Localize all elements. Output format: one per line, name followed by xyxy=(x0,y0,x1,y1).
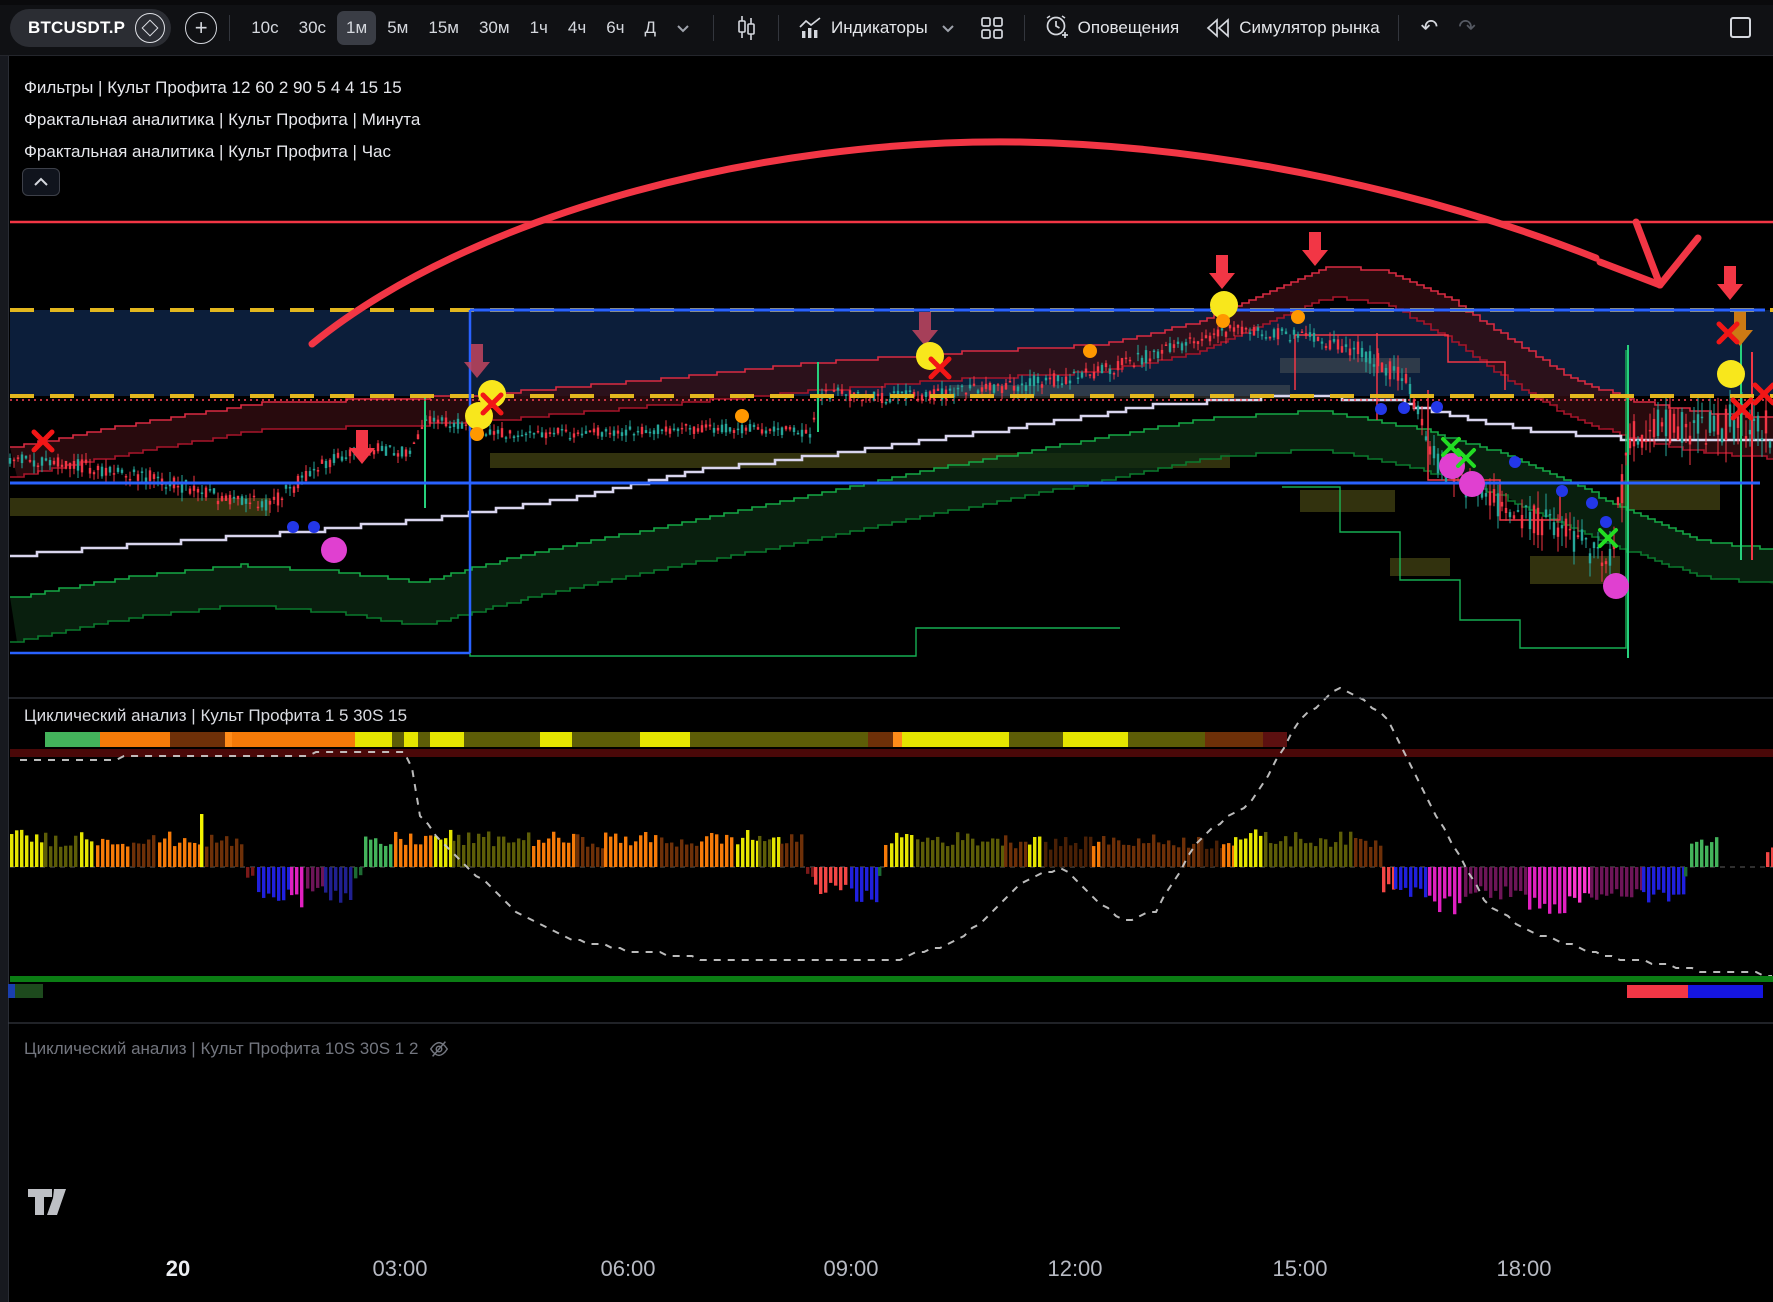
time-axis-label: 06:00 xyxy=(600,1256,655,1282)
indicator-legend: Фильтры | Культ Профита 12 60 2 90 5 4 4… xyxy=(24,72,420,168)
chart-canvas[interactable] xyxy=(0,0,1773,1302)
alerts-button[interactable]: Оповещения xyxy=(1037,10,1186,45)
toolbar-divider xyxy=(229,15,230,41)
time-axis-label: 20 xyxy=(166,1256,190,1282)
timeframe-button-10с[interactable]: 10с xyxy=(242,11,287,45)
timeframe-menu-chevron-icon[interactable] xyxy=(665,14,701,42)
timeframe-button-1ч[interactable]: 1ч xyxy=(521,11,557,45)
legend-fractal-hour[interactable]: Фрактальная аналитика | Культ Профита | … xyxy=(24,136,420,168)
timeframe-button-30с[interactable]: 30с xyxy=(290,11,335,45)
indicators-button[interactable]: Индикаторы xyxy=(791,11,964,45)
cycle-panel-title[interactable]: Циклический анализ | Культ Профита 1 5 3… xyxy=(24,706,407,726)
toolbar-divider xyxy=(778,15,779,41)
timeframe-button-6ч[interactable]: 6ч xyxy=(597,11,633,45)
cycle-panel-title-text: Циклический анализ | Культ Профита 1 5 3… xyxy=(24,706,407,726)
chevron-up-icon xyxy=(33,177,49,187)
cycle-panel2-title[interactable]: Циклический анализ | Культ Профита 10S 3… xyxy=(24,1038,450,1060)
rewind-icon xyxy=(1205,17,1231,39)
time-axis-label: 15:00 xyxy=(1272,1256,1327,1282)
alert-clock-icon xyxy=(1043,14,1070,41)
undo-button[interactable]: ↶ xyxy=(1411,15,1449,40)
eye-off-icon[interactable] xyxy=(428,1038,450,1060)
time-axis-label: 12:00 xyxy=(1047,1256,1102,1282)
top-toolbar: BTCUSDT.P + 10с30с1м5м15м30м1ч4ч6чД Инди… xyxy=(0,0,1773,56)
legend-filters[interactable]: Фильтры | Культ Профита 12 60 2 90 5 4 4… xyxy=(24,72,420,104)
symbol-switcher[interactable]: BTCUSDT.P xyxy=(10,9,171,47)
timeframe-button-30м[interactable]: 30м xyxy=(470,11,519,45)
timeframe-button-15м[interactable]: 15м xyxy=(419,11,468,45)
time-axis-label: 03:00 xyxy=(372,1256,427,1282)
indicators-label: Индикаторы xyxy=(831,18,928,38)
timeframe-button-Д[interactable]: Д xyxy=(636,11,666,45)
trading-terminal: { "toolbar": { "symbol": "BTCUSDT.P", "t… xyxy=(0,0,1773,1302)
redo-button[interactable]: ↷ xyxy=(1448,15,1486,40)
indicators-icon xyxy=(797,15,823,41)
legend-collapse-button[interactable] xyxy=(22,168,60,196)
broker-diamond-icon xyxy=(135,13,165,43)
fullscreen-button[interactable] xyxy=(1730,17,1751,38)
time-axis[interactable]: 20 03:00 06:00 09:00 12:00 15:00 18:00 xyxy=(0,1248,1773,1288)
alerts-label: Оповещения xyxy=(1078,18,1180,38)
toolbar-divider xyxy=(1398,15,1399,41)
simulator-label: Симулятор рынка xyxy=(1239,18,1379,38)
timeframe-button-5м[interactable]: 5м xyxy=(378,11,417,45)
timeframe-button-4ч[interactable]: 4ч xyxy=(559,11,595,45)
layout-grid-icon[interactable] xyxy=(972,12,1012,44)
time-axis-label: 09:00 xyxy=(823,1256,878,1282)
legend-fractal-minute[interactable]: Фрактальная аналитика | Культ Профита | … xyxy=(24,104,420,136)
timeframe-group: 10с30с1м5м15м30м1ч4ч6чД xyxy=(242,11,665,45)
symbol-name: BTCUSDT.P xyxy=(28,18,125,38)
symbol-add-button[interactable]: + xyxy=(185,12,217,44)
tradingview-logo[interactable] xyxy=(26,1186,72,1223)
timeframe-button-1м[interactable]: 1м xyxy=(337,11,376,45)
chart-style-candles-icon[interactable] xyxy=(726,11,766,45)
toolbar-divider xyxy=(1024,15,1025,41)
market-simulator-button[interactable]: Симулятор рынка xyxy=(1199,13,1385,43)
time-axis-label: 18:00 xyxy=(1496,1256,1551,1282)
indicators-chevron-icon xyxy=(938,18,958,38)
toolbar-divider xyxy=(713,15,714,41)
cycle-panel2-title-text: Циклический анализ | Культ Профита 10S 3… xyxy=(24,1039,418,1059)
